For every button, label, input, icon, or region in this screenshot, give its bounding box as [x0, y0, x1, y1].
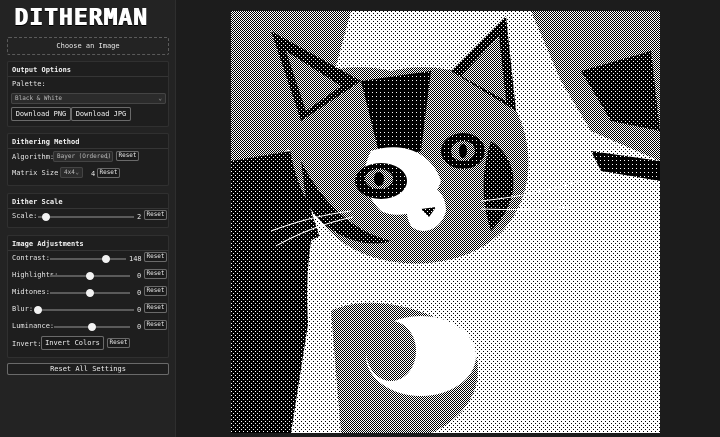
invert-reset-button[interactable]: Reset [107, 338, 130, 348]
section-title: Dithering Method [12, 138, 80, 146]
matrix-size-reset-button[interactable]: Reset [97, 168, 120, 178]
invert-colors-button[interactable]: Invert Colors [41, 336, 104, 350]
contrast-value: 148 [129, 255, 142, 263]
chevron-down-icon: ⌄ [158, 95, 162, 102]
divider [8, 208, 168, 209]
blur-slider-thumb[interactable] [34, 306, 42, 314]
matrix-size-select-value: 4x4 [64, 169, 75, 176]
sidebar: DITHERMAN Choose an Image Output Options… [0, 0, 176, 437]
image-adjustments-panel: Image Adjustments Contrast: 148 Reset Hi… [7, 235, 169, 358]
palette-select[interactable]: Black & White ⌄ [11, 93, 166, 104]
midtones-reset-button[interactable]: Reset [144, 286, 167, 296]
algorithm-select[interactable]: Bayer (Ordered) ⌄ [53, 151, 113, 162]
blur-value: 0 [137, 306, 142, 314]
palette-select-value: Black & White [15, 95, 62, 102]
midtones-slider-thumb[interactable] [86, 289, 94, 297]
contrast-slider[interactable] [50, 255, 126, 263]
dithered-kitten-image [231, 11, 660, 433]
highlights-slider-thumb[interactable] [86, 272, 94, 280]
app-logo: DITHERMAN [14, 5, 148, 31]
scale-slider-thumb[interactable] [41, 213, 50, 221]
blur-reset-button[interactable]: Reset [144, 303, 167, 313]
section-title: Output Options [12, 66, 72, 74]
midtones-label: Midtones: [12, 288, 50, 296]
luminance-value: 0 [137, 323, 142, 331]
choose-image-button[interactable]: Choose an Image [7, 37, 169, 55]
blur-label: Blur: [12, 305, 34, 313]
blur-slider[interactable] [34, 306, 134, 314]
midtones-value: 0 [137, 289, 142, 297]
contrast-label: Contrast: [12, 254, 50, 262]
contrast-slider-thumb[interactable] [102, 255, 111, 263]
scale-value: 2 [137, 213, 142, 221]
midtones-slider[interactable] [50, 289, 130, 297]
luminance-reset-button[interactable]: Reset [144, 320, 167, 330]
chevron-down-icon: ⌄ [105, 153, 109, 160]
highlights-value: 0 [137, 272, 142, 280]
output-options-panel: Output Options Palette: Black & White ⌄ … [7, 61, 169, 127]
luminance-label: Luminance: [12, 322, 55, 330]
highlights-reset-button[interactable]: Reset [144, 269, 167, 279]
algorithm-reset-button[interactable]: Reset [116, 151, 139, 161]
chevron-down-icon: ⌄ [75, 169, 79, 176]
luminance-slider[interactable] [54, 323, 130, 331]
scale-label: Scale: [12, 212, 38, 220]
algorithm-label: Algorithm: [12, 153, 55, 161]
section-title: Dither Scale [12, 198, 63, 206]
highlights-slider[interactable] [50, 272, 130, 280]
scale-reset-button[interactable]: Reset [144, 210, 167, 220]
algorithm-select-value: Bayer (Ordered) [57, 153, 112, 160]
divider [8, 250, 168, 251]
dithered-image-canvas [231, 11, 660, 433]
section-title: Image Adjustments [12, 240, 84, 248]
contrast-reset-button[interactable]: Reset [144, 252, 167, 262]
download-jpg-button[interactable]: Download JPG [71, 107, 131, 121]
divider [8, 76, 168, 77]
palette-label: Palette: [12, 80, 46, 88]
luminance-slider-thumb[interactable] [88, 323, 96, 331]
divider [8, 148, 168, 149]
dithering-method-panel: Dithering Method Algorithm: Bayer (Order… [7, 133, 169, 186]
reset-all-settings-button[interactable]: Reset All Settings [7, 363, 169, 375]
invert-label: Invert: [12, 340, 42, 348]
download-png-button[interactable]: Download PNG [11, 107, 71, 121]
scale-slider[interactable] [38, 213, 134, 221]
matrix-size-select[interactable]: 4x4 ⌄ [60, 167, 83, 178]
matrix-size-label: Matrix Size: [12, 169, 63, 177]
matrix-size-value: 4 [91, 170, 96, 178]
dither-scale-panel: Dither Scale Scale: 2 Reset [7, 193, 169, 228]
